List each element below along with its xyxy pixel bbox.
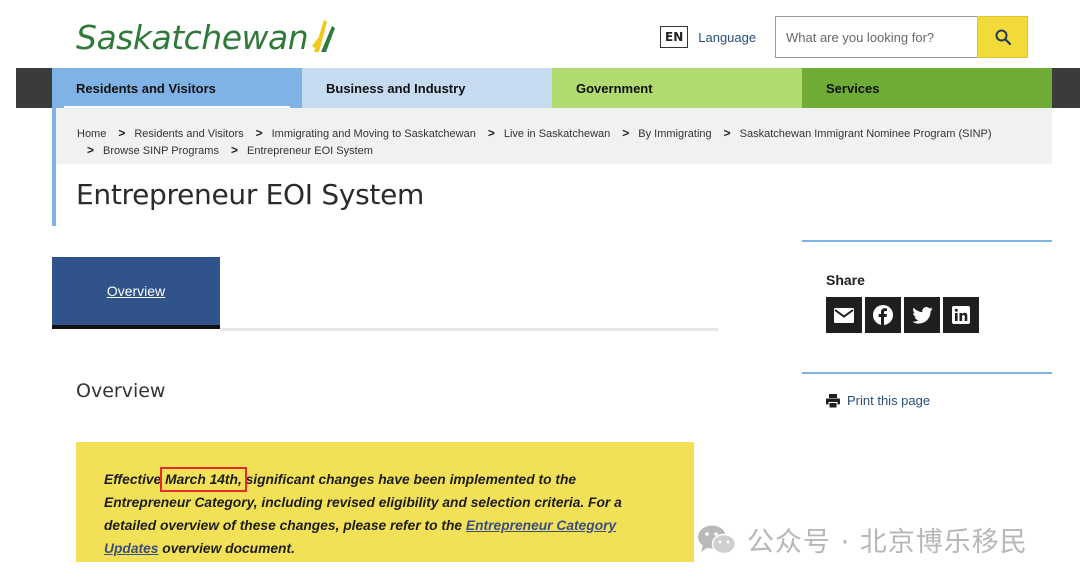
share-email-button[interactable] (826, 297, 862, 333)
notice-text: Effective March 14th, significant change… (104, 467, 666, 560)
logo-text: Saskatchewan (76, 18, 309, 57)
chevron-right-icon: > (723, 126, 731, 140)
share-label: Share (826, 272, 865, 288)
breadcrumb-immigrating-and-moving[interactable]: Immigrating and Moving to Saskatchewan (272, 128, 476, 140)
linkedin-icon (952, 306, 970, 324)
wechat-icon (698, 525, 737, 554)
sidebar-rule-top (802, 240, 1052, 242)
nav-item-residents-and-visitors[interactable]: Residents and Visitors (52, 68, 302, 108)
sidebar-rule-bottom (802, 372, 1052, 374)
email-icon (834, 307, 854, 323)
share-twitter-button[interactable] (904, 297, 940, 333)
breadcrumb-sinp[interactable]: Saskatchewan Immigrant Nominee Program (… (740, 128, 992, 140)
breadcrumb-home[interactable]: Home (77, 128, 106, 140)
twitter-icon (911, 306, 933, 324)
language-selector[interactable]: EN Language (660, 26, 756, 48)
wheat-icon (312, 20, 336, 52)
chevron-right-icon: > (87, 143, 95, 157)
update-notice: Effective March 14th, significant change… (76, 442, 694, 562)
breadcrumb-residents-and-visitors[interactable]: Residents and Visitors (134, 128, 243, 140)
breadcrumb-browse-sinp-programs[interactable]: Browse SINP Programs (103, 145, 219, 157)
nav-item-government[interactable]: Government (552, 68, 802, 108)
saskatchewan-logo[interactable]: Saskatchewan (76, 16, 338, 58)
watermark-text: 公众号 · 北京博乐移民 (747, 527, 1028, 558)
watermark: 公众号 · 北京博乐移民 (697, 520, 1028, 559)
search-button[interactable] (977, 16, 1028, 58)
share-facebook-button[interactable] (865, 297, 901, 333)
tab-overview-label: Overview (106, 283, 166, 299)
language-label: Language (698, 29, 757, 45)
search-icon (995, 29, 1011, 45)
nav-item-services[interactable]: Services (802, 68, 1052, 108)
tab-divider (220, 328, 718, 331)
nav-bar-edge-left (16, 68, 52, 108)
notice-date-highlight: March 14th, (160, 467, 247, 492)
chevron-right-icon: > (255, 126, 263, 140)
notice-suffix: overview document. (158, 541, 295, 556)
breadcrumb-current: Entrepreneur EOI System (246, 145, 373, 157)
chevron-right-icon: > (230, 143, 238, 157)
share-buttons (826, 297, 979, 333)
main-nav: Residents and Visitors Business and Indu… (52, 68, 1052, 108)
nav-item-business-and-industry[interactable]: Business and Industry (302, 68, 552, 108)
notice-prefix: Effective (104, 472, 166, 487)
nav-bar-edge-right (1052, 68, 1080, 108)
page-title: Entrepreneur EOI System (76, 178, 424, 211)
breadcrumb-live-in-saskatchewan[interactable]: Live in Saskatchewan (504, 128, 610, 140)
breadcrumb-by-immigrating[interactable]: By Immigrating (638, 128, 711, 140)
facebook-icon (873, 305, 893, 325)
search-input[interactable] (775, 16, 977, 58)
language-code: EN (660, 26, 689, 48)
print-page-link[interactable]: Print this page (826, 393, 930, 408)
search-bar (775, 16, 1028, 58)
chevron-right-icon: > (118, 126, 126, 140)
breadcrumb: Home > Residents and Visitors > Immigrating … (56, 108, 1052, 164)
chevron-right-icon: > (487, 126, 495, 140)
chevron-right-icon: > (622, 126, 630, 140)
print-label: Print this page (847, 393, 931, 408)
share-linkedin-button[interactable] (943, 297, 979, 333)
printer-icon (826, 393, 840, 408)
tab-overview[interactable]: Overview (52, 257, 220, 329)
section-heading: Overview (76, 380, 166, 402)
